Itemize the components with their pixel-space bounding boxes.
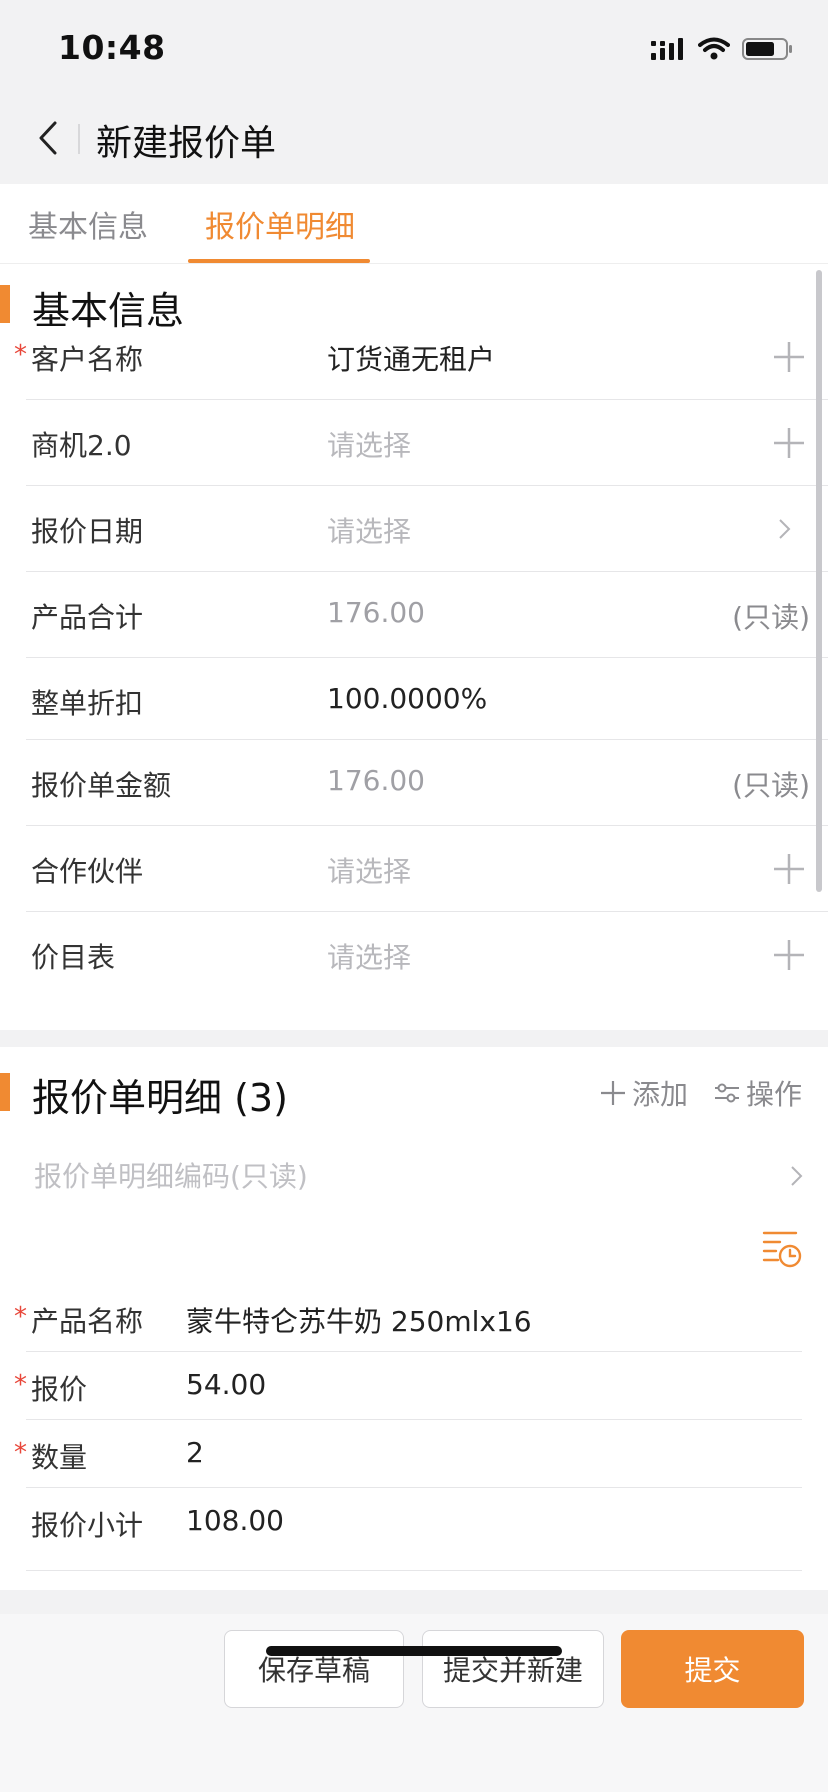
quote-details-section: 报价单明细 (3) 添加 操作 报价单明细编码(只读) * 产品名称 蒙牛特仑苏… (0, 1047, 828, 1590)
save-draft-button[interactable]: 保存草稿 (224, 1630, 404, 1708)
page-title: 新建报价单 (96, 123, 277, 164)
detail-value: 蒙牛特仑苏牛奶 250mlx16 (186, 1305, 532, 1338)
detail-row-price[interactable]: * 报价 54.00 (14, 1352, 802, 1420)
required-marker: * (14, 1302, 27, 1332)
section-title-details: 报价单明细 (3) (32, 1076, 288, 1120)
row-value: 176.00 (327, 764, 425, 797)
plus-icon[interactable] (772, 938, 806, 972)
submit-and-new-button[interactable]: 提交并新建 (422, 1630, 604, 1708)
readonly-tag: (只读) (732, 601, 810, 634)
row-value: 请选择 (327, 429, 412, 462)
chevron-right-icon (779, 519, 791, 539)
detail-value: 108.00 (186, 1504, 284, 1537)
details-actions: 添加 操作 (600, 1073, 802, 1113)
row-value: 请选择 (327, 855, 412, 888)
detail-label: 数量 (31, 1441, 88, 1474)
wifi-icon (698, 37, 730, 60)
tab-bar: 基本信息 报价单明细 (0, 184, 828, 264)
home-indicator (266, 1646, 562, 1656)
detail-row-subtotal: 报价小计 108.00 (26, 1488, 802, 1556)
basic-info-section: 基本信息 * 客户名称 订货通无租户 商机2.0 请选择 报价日期 请选择 产品… (0, 264, 828, 1030)
operations-label: 操作 (745, 1078, 802, 1111)
section-accent-bar (0, 1073, 10, 1111)
card-divider (26, 1570, 802, 1571)
status-icons (650, 34, 794, 64)
tab-basic-info[interactable]: 基本信息 (28, 202, 148, 246)
row-value: 请选择 (327, 515, 412, 548)
row-label: 产品合计 (31, 601, 144, 634)
status-time: 10:48 (58, 28, 166, 67)
detail-code-row[interactable]: 报价单明细编码(只读) (34, 1149, 804, 1209)
detail-label: 报价 (31, 1373, 88, 1406)
form-row-opportunity[interactable]: 商机2.0 请选择 (26, 400, 828, 486)
detail-label: 产品名称 (31, 1305, 144, 1338)
required-marker: * (14, 340, 27, 370)
required-marker: * (14, 1438, 27, 1468)
cellular-signal-icon (651, 38, 683, 60)
sliders-icon (714, 1083, 739, 1103)
row-value: 订货通无租户 (327, 343, 496, 376)
row-label: 价目表 (31, 941, 116, 974)
chevron-right-icon (791, 1166, 803, 1186)
form-row-customer[interactable]: * 客户名称 订货通无租户 (14, 314, 828, 400)
detail-value: 2 (186, 1436, 204, 1469)
row-label: 报价单金额 (31, 769, 172, 802)
nav-divider (78, 124, 80, 154)
plus-icon (600, 1081, 625, 1105)
required-marker: * (14, 1370, 27, 1400)
detail-row-product[interactable]: * 产品名称 蒙牛特仑苏牛奶 250mlx16 (14, 1284, 802, 1352)
row-label: 客户名称 (31, 343, 144, 376)
detail-row-quantity[interactable]: * 数量 2 (14, 1420, 802, 1488)
form-row-discount[interactable]: 整单折扣 100.0000% (26, 658, 828, 740)
history-list-icon[interactable] (762, 1229, 802, 1269)
back-arrow-icon (39, 121, 57, 155)
plus-icon[interactable] (772, 426, 806, 460)
add-label: 添加 (631, 1078, 688, 1111)
form-row-partner[interactable]: 合作伙伴 请选择 (26, 826, 828, 912)
row-value: 请选择 (327, 941, 412, 974)
submit-button[interactable]: 提交 (621, 1630, 804, 1708)
bottom-action-bar: 保存草稿 提交并新建 提交 (0, 1614, 828, 1792)
status-bar: 10:48 (0, 0, 828, 92)
form-row-product-total: 产品合计 176.00 (只读) (26, 572, 828, 658)
form-row-quote-date[interactable]: 报价日期 请选择 (26, 486, 828, 572)
plus-icon[interactable] (772, 852, 806, 886)
row-value: 100.0000% (327, 682, 488, 715)
detail-code-label: 报价单明细编码(只读) (34, 1160, 308, 1193)
row-label: 商机2.0 (31, 429, 132, 462)
add-detail-button[interactable]: 添加 (600, 1073, 688, 1113)
detail-label: 报价小计 (31, 1509, 144, 1542)
back-button[interactable] (22, 112, 74, 164)
plus-icon[interactable] (772, 340, 806, 374)
form-row-price-list[interactable]: 价目表 请选择 (26, 912, 828, 998)
detail-value: 54.00 (186, 1368, 267, 1401)
row-label: 合作伙伴 (31, 855, 144, 888)
tab-quote-details[interactable]: 报价单明细 (205, 202, 355, 246)
active-tab-indicator (188, 259, 370, 263)
readonly-tag: (只读) (732, 769, 810, 802)
battery-icon (742, 38, 792, 60)
row-label: 报价日期 (31, 515, 144, 548)
row-label: 整单折扣 (31, 687, 144, 720)
form-row-quote-amount: 报价单金额 176.00 (只读) (26, 740, 828, 826)
operations-button[interactable]: 操作 (714, 1073, 802, 1113)
row-value: 176.00 (327, 596, 425, 629)
scrollbar[interactable] (816, 270, 822, 892)
nav-bar: 新建报价单 (0, 92, 828, 184)
section-accent-bar (0, 285, 10, 323)
